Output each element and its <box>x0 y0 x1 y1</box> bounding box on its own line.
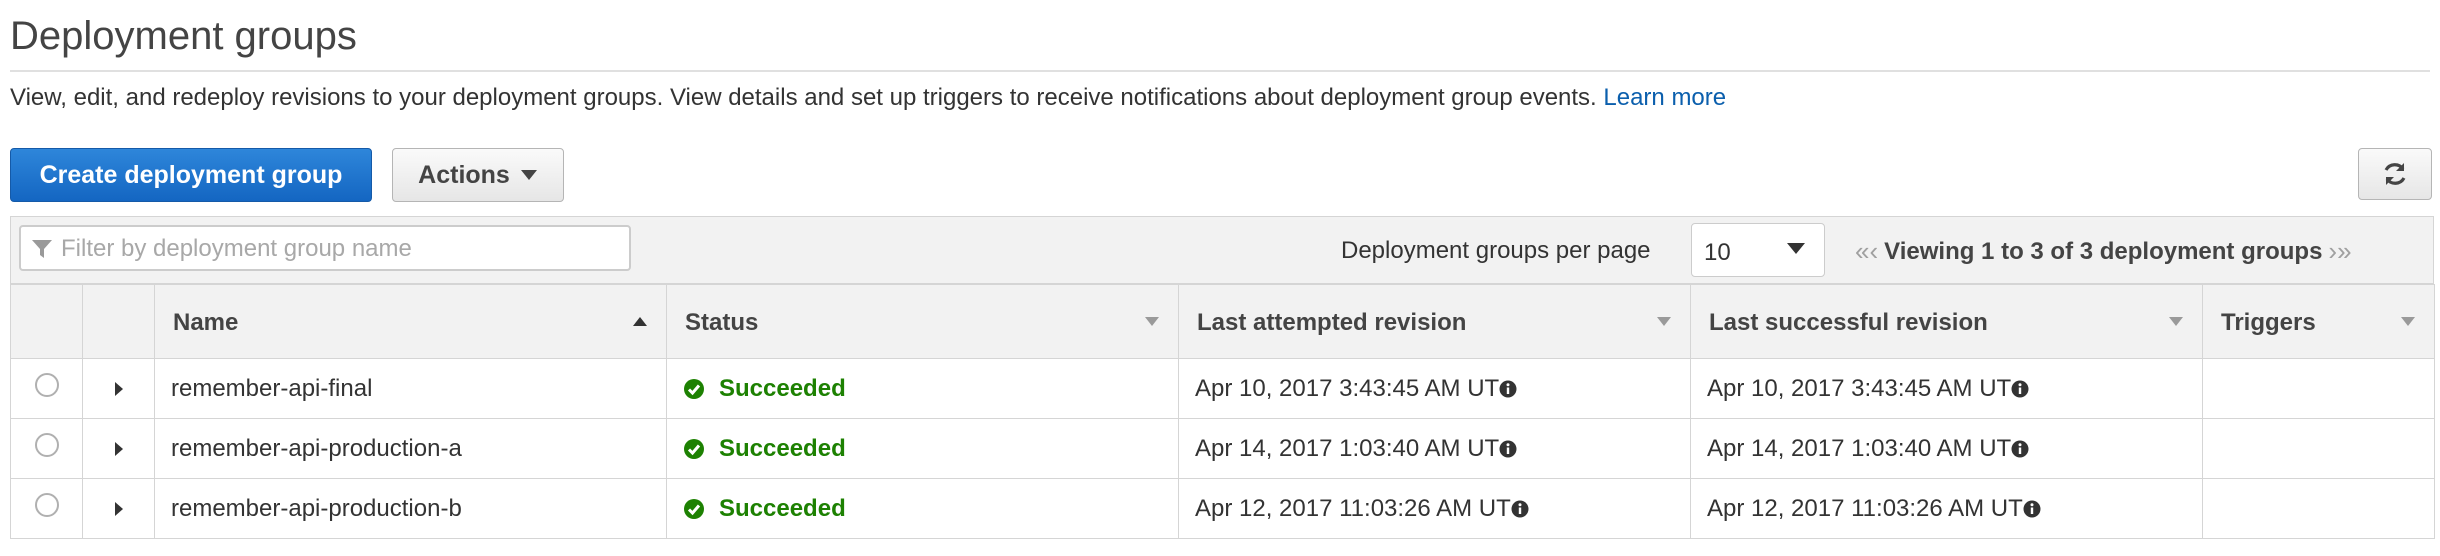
table-row[interactable]: remember-api-final Succeeded Apr 10, 201… <box>10 358 2435 419</box>
description-text: View, edit, and redeploy revisions to yo… <box>10 84 1597 111</box>
last-successful-cell: Apr 14, 2017 1:03:40 AM UT <box>1690 418 2203 479</box>
per-page-label: Deployment groups per page <box>1341 237 1651 264</box>
last-attempted-text: Apr 14, 2017 1:03:40 AM UT <box>1195 434 1500 462</box>
deployment-group-name: remember-api-production-b <box>154 478 667 539</box>
row-expand-cell <box>82 358 155 419</box>
caret-down-icon <box>520 170 537 180</box>
row-select-cell <box>10 418 83 479</box>
filter-icon <box>32 240 52 258</box>
table-row[interactable]: remember-api-production-b Succeeded Apr … <box>10 478 2435 539</box>
create-deployment-group-button[interactable]: Create deployment group <box>10 148 372 202</box>
refresh-button[interactable] <box>2358 148 2432 200</box>
last-attempted-cell: Apr 14, 2017 1:03:40 AM UT <box>1178 418 1691 479</box>
page-title: Deployment groups <box>10 14 357 58</box>
success-check-icon <box>684 498 704 519</box>
title-divider <box>10 70 2430 72</box>
triggers-cell <box>2202 418 2435 479</box>
deployment-group-name: remember-api-production-a <box>154 418 667 479</box>
success-check-icon <box>684 438 704 459</box>
learn-more-link[interactable]: Learn more <box>1603 84 1726 111</box>
deployment-group-name: remember-api-final <box>154 358 667 419</box>
select-column-header <box>10 284 83 359</box>
sort-caret-icon <box>2169 317 2183 326</box>
caret-down-icon <box>1787 243 1805 254</box>
deployment-groups-table: Name Status Last attempted revision Last… <box>10 284 2435 539</box>
column-header-last-successful[interactable]: Last successful revision <box>1690 284 2203 359</box>
last-successful-cell: Apr 10, 2017 3:43:45 AM UT <box>1690 358 2203 419</box>
status-cell: Succeeded <box>666 418 1179 479</box>
actions-label: Actions <box>418 160 510 189</box>
row-radio-button[interactable] <box>34 433 59 458</box>
column-header-last-attempted-label: Last attempted revision <box>1197 309 1467 336</box>
last-page-icon[interactable]: » <box>2337 236 2351 267</box>
expand-column-header <box>82 284 155 359</box>
last-attempted-cell: Apr 12, 2017 11:03:26 AM UT <box>1178 478 1691 539</box>
column-header-name[interactable]: Name <box>154 284 667 359</box>
row-radio-button[interactable] <box>34 373 59 398</box>
info-icon[interactable] <box>2011 440 2029 458</box>
filter-box[interactable] <box>19 225 631 271</box>
sort-caret-icon <box>1145 317 1159 326</box>
success-check-icon <box>684 378 704 399</box>
row-expand-cell <box>82 478 155 539</box>
column-header-name-label: Name <box>173 309 239 336</box>
sort-caret-icon <box>1657 317 1671 326</box>
triggers-cell <box>2202 358 2435 419</box>
table-toolbar: Deployment groups per page 10 « ‹ Viewin… <box>10 216 2434 284</box>
per-page-select[interactable]: 10 <box>1691 223 1825 277</box>
info-icon[interactable] <box>1511 500 1529 518</box>
info-icon[interactable] <box>2023 500 2041 518</box>
triggers-cell <box>2202 478 2435 539</box>
expand-arrow-icon[interactable] <box>114 441 124 457</box>
next-page-icon[interactable]: › <box>2328 236 2337 267</box>
row-expand-cell <box>82 418 155 479</box>
previous-page-icon[interactable]: ‹ <box>1869 236 1878 267</box>
info-icon[interactable] <box>2011 380 2029 398</box>
info-icon[interactable] <box>1499 440 1517 458</box>
column-header-status-label: Status <box>685 309 759 336</box>
last-successful-text: Apr 10, 2017 3:43:45 AM UT <box>1707 374 2012 402</box>
expand-arrow-icon[interactable] <box>114 381 124 397</box>
column-header-triggers[interactable]: Triggers <box>2202 284 2435 359</box>
actions-dropdown-button[interactable]: Actions <box>392 148 564 202</box>
status-text: Succeeded <box>719 494 846 522</box>
last-successful-text: Apr 14, 2017 1:03:40 AM UT <box>1707 434 2012 462</box>
filter-input[interactable] <box>59 231 623 267</box>
status-cell: Succeeded <box>666 478 1179 539</box>
column-header-last-successful-label: Last successful revision <box>1709 309 1988 336</box>
column-header-triggers-label: Triggers <box>2221 309 2316 336</box>
table-row[interactable]: remember-api-production-a Succeeded Apr … <box>10 418 2435 479</box>
sort-ascending-icon <box>633 317 647 326</box>
page-description: View, edit, and redeploy revisions to yo… <box>10 84 1726 112</box>
last-successful-text: Apr 12, 2017 11:03:26 AM UT <box>1707 494 2023 522</box>
status-text: Succeeded <box>719 434 846 462</box>
table-header-row: Name Status Last attempted revision Last… <box>10 284 2435 359</box>
per-page-value: 10 <box>1704 239 1731 266</box>
last-attempted-cell: Apr 10, 2017 3:43:45 AM UT <box>1178 358 1691 419</box>
last-attempted-text: Apr 12, 2017 11:03:26 AM UT <box>1195 494 1511 522</box>
sort-caret-icon <box>2401 317 2415 326</box>
status-text: Succeeded <box>719 374 846 402</box>
expand-arrow-icon[interactable] <box>114 501 124 517</box>
viewing-count: Viewing 1 to 3 of 3 deployment groups <box>1884 237 2323 265</box>
last-successful-cell: Apr 12, 2017 11:03:26 AM UT <box>1690 478 2203 539</box>
status-cell: Succeeded <box>666 358 1179 419</box>
column-header-status[interactable]: Status <box>666 284 1179 359</box>
create-deployment-group-label: Create deployment group <box>39 160 343 189</box>
column-header-last-attempted[interactable]: Last attempted revision <box>1178 284 1691 359</box>
row-radio-button[interactable] <box>34 493 59 518</box>
refresh-icon <box>2384 163 2406 185</box>
row-select-cell <box>10 358 83 419</box>
row-select-cell <box>10 478 83 539</box>
info-icon[interactable] <box>1499 380 1517 398</box>
pagination: « ‹ Viewing 1 to 3 of 3 deployment group… <box>1855 236 2352 267</box>
first-page-icon[interactable]: « <box>1855 236 1869 267</box>
last-attempted-text: Apr 10, 2017 3:43:45 AM UT <box>1195 374 1500 402</box>
